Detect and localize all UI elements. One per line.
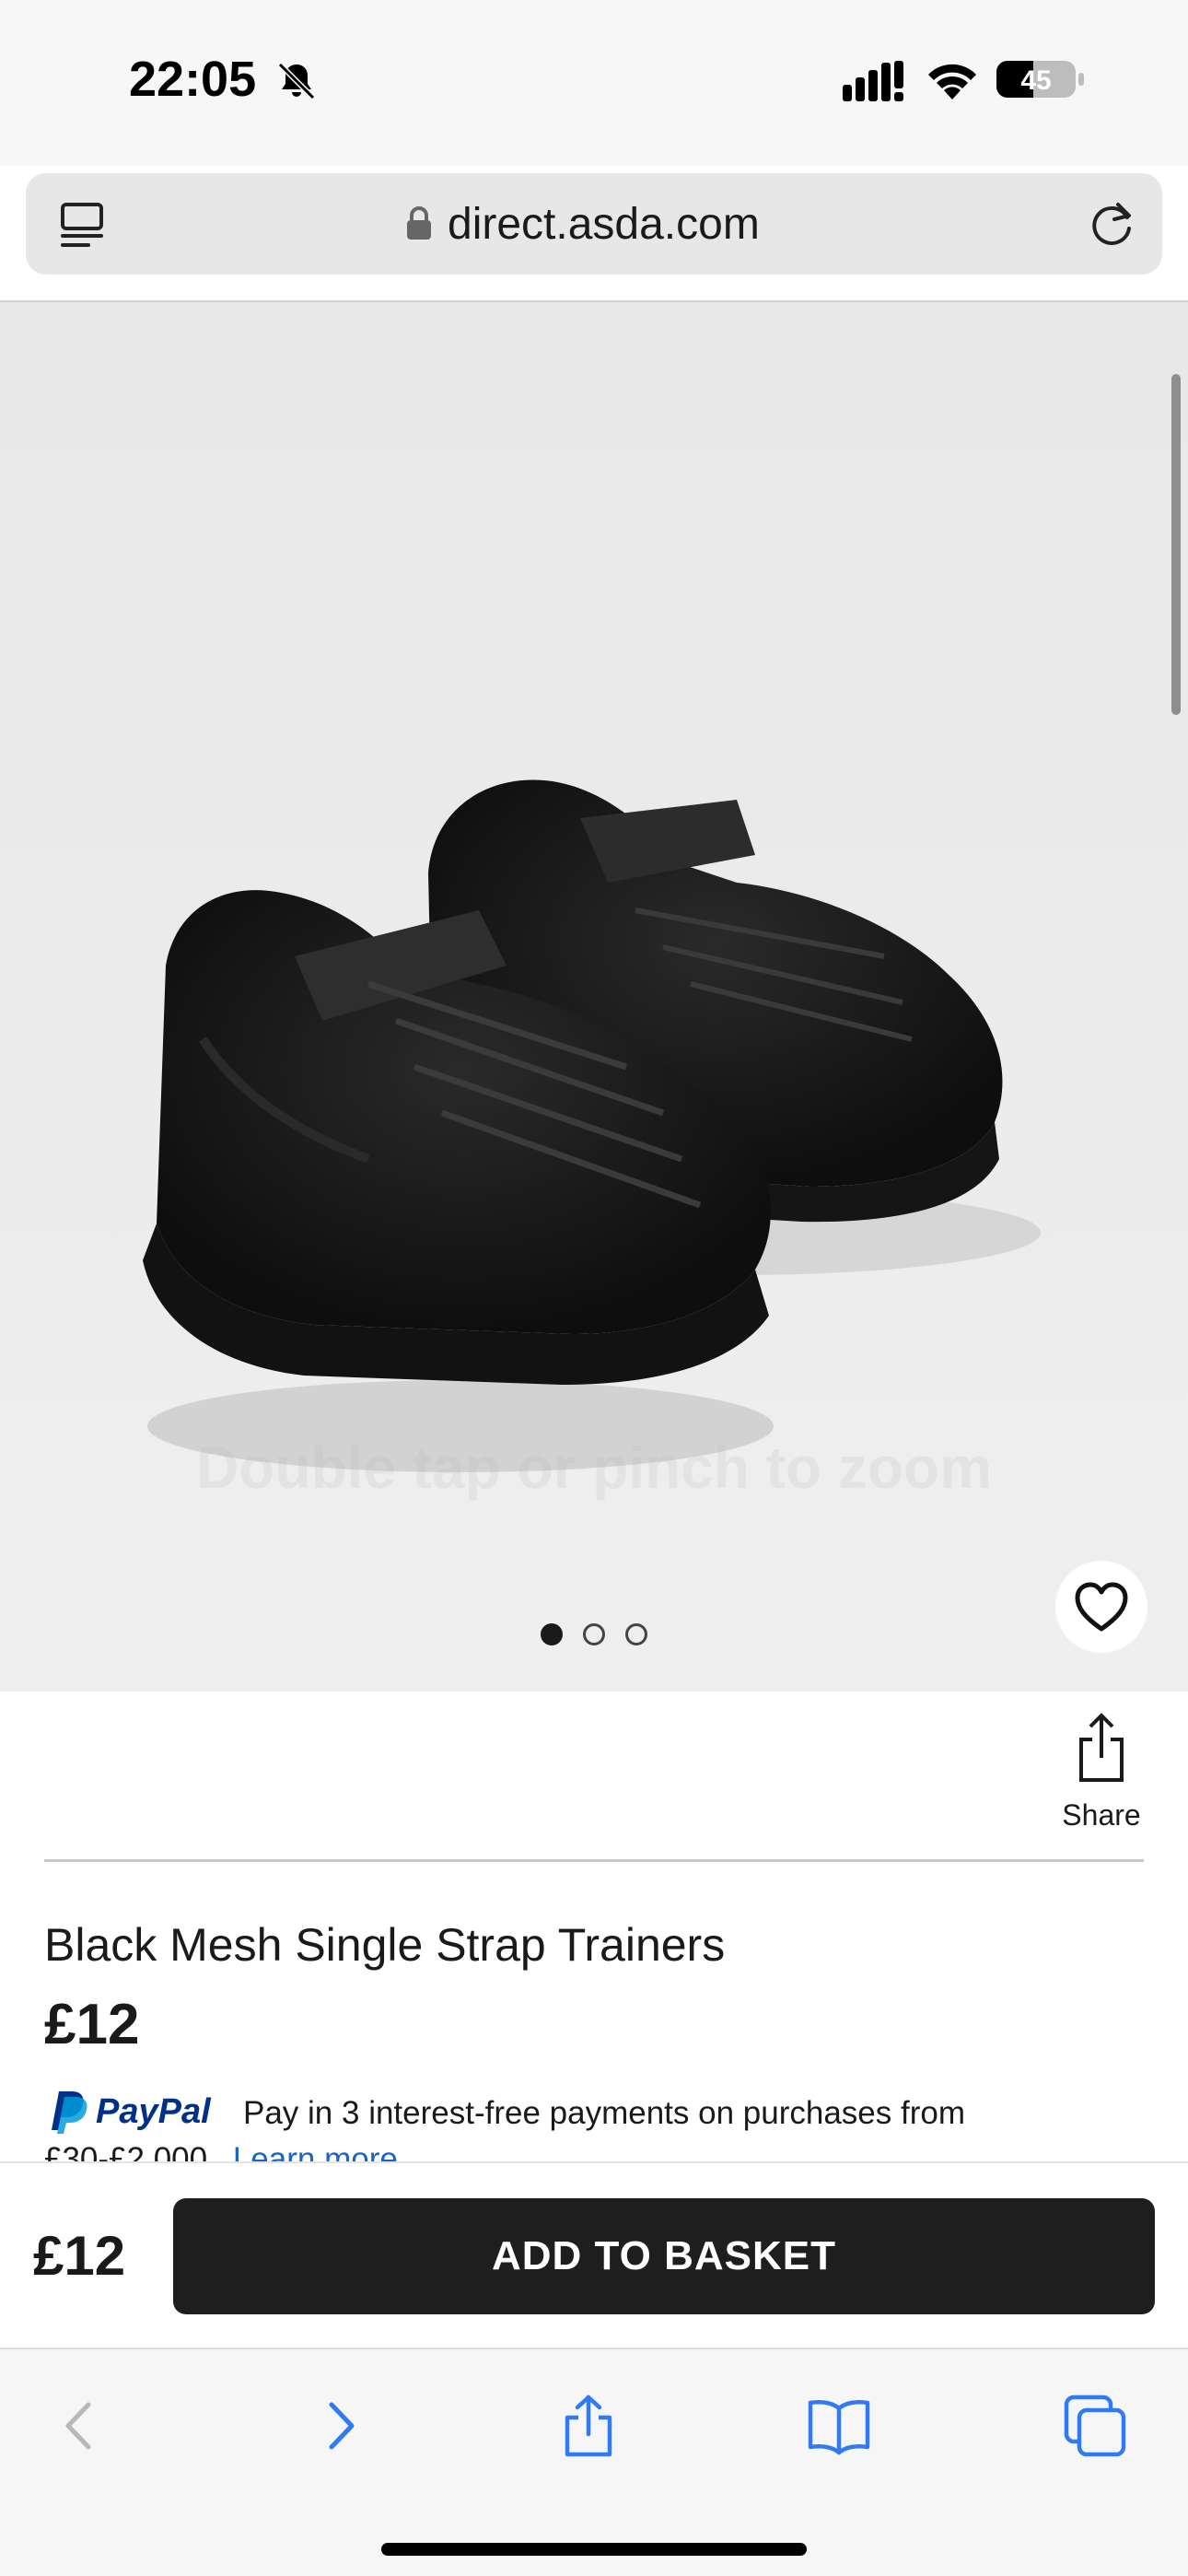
status-bar: 22:05 45 [0, 0, 1188, 166]
gallery-dot[interactable] [541, 1623, 563, 1645]
bookmarks-icon[interactable] [807, 2394, 871, 2458]
forward-icon[interactable] [308, 2394, 372, 2458]
scroll-indicator[interactable] [1171, 374, 1181, 715]
wifi-icon [928, 64, 976, 100]
gallery-dot[interactable] [583, 1623, 605, 1645]
tabs-icon[interactable] [1063, 2394, 1127, 2458]
back-icon[interactable] [48, 2394, 112, 2458]
share-icon[interactable] [556, 2394, 621, 2458]
lock-icon [407, 206, 431, 240]
product-image-trainers [143, 779, 1041, 1472]
product-image-gallery[interactable]: Double tap or pinch to zoom [0, 302, 1188, 1692]
home-indicator [381, 2543, 807, 2556]
url-text[interactable]: direct.asda.com [448, 199, 760, 250]
gallery-dot[interactable] [625, 1623, 647, 1645]
browser-toolbar [0, 2348, 1188, 2576]
zoom-hint: Double tap or pinch to zoom [196, 1434, 992, 1501]
share-icon [1079, 1713, 1124, 1782]
product-price: £12 [44, 1993, 140, 2056]
address-bar[interactable]: direct.asda.com [26, 173, 1162, 275]
paypal-logo: PayPal [52, 2091, 212, 2134]
divider [44, 1859, 1144, 1862]
reader-mode-icon[interactable] [59, 201, 105, 249]
basket-bar-price: £12 [33, 2225, 126, 2287]
favourite-button[interactable] [1055, 1561, 1147, 1653]
add-to-basket-button[interactable]: ADD TO BASKET [173, 2198, 1155, 2314]
share-label: Share [1062, 1798, 1141, 1832]
battery-level: 45 [1020, 65, 1051, 96]
cellular-signal-icon [843, 61, 903, 101]
paypal-message: Pay in 3 interest-free payments on purch… [243, 2095, 965, 2131]
status-time: 22:05 [129, 52, 257, 107]
gallery-pagination[interactable] [0, 1623, 1188, 1651]
product-title: Black Mesh Single Strap Trainers [44, 1919, 726, 1971]
share-button[interactable]: Share [1050, 1712, 1153, 1841]
bell-slash-icon [277, 62, 316, 100]
add-to-basket-bar: £12 ADD TO BASKET [0, 2161, 1188, 2346]
reload-icon[interactable] [1085, 197, 1138, 251]
heart-icon [1075, 1582, 1128, 1632]
paypal-wordmark: PayPal [96, 2092, 212, 2131]
battery-icon: 45 [996, 61, 1084, 98]
